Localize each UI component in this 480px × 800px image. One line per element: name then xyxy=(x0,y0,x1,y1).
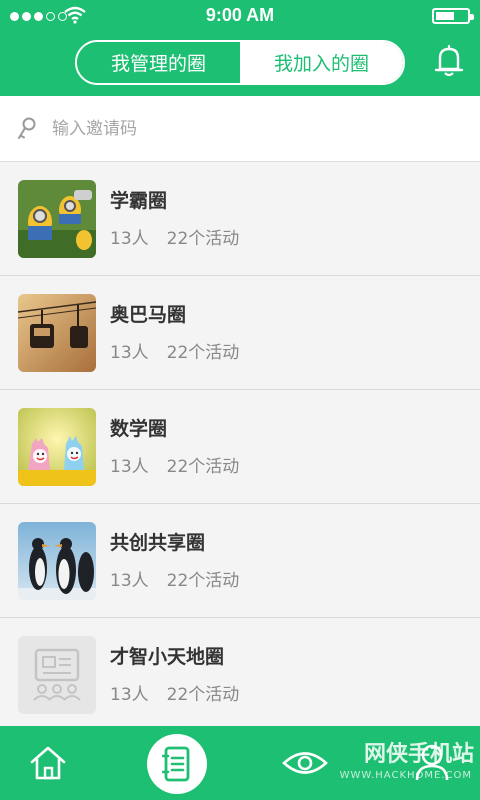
circle-meta: 13人 22个活动 xyxy=(110,680,239,705)
circle-avatar-placeholder xyxy=(18,636,96,714)
member-count: 13人 xyxy=(110,685,149,705)
circle-list: 学霸圈 13人 22个活动 奥巴马圈 13人 22个活动 数学圈 13人 22个… xyxy=(0,162,480,732)
invite-code-input[interactable] xyxy=(52,112,452,146)
circle-meta: 13人 22个活动 xyxy=(110,452,239,477)
member-count: 13人 xyxy=(110,457,149,477)
circle-name: 才智小天地圈 xyxy=(110,646,225,668)
eye-icon[interactable] xyxy=(282,748,328,778)
circle-tab-switcher: 我管理的圈 我加入的圈 xyxy=(75,40,405,85)
circle-avatar xyxy=(18,408,96,486)
circle-meta: 13人 22个活动 xyxy=(110,224,239,249)
member-count: 13人 xyxy=(110,571,149,591)
activity-count: 22个活动 xyxy=(166,685,240,705)
key-icon xyxy=(18,117,36,139)
list-item[interactable]: 数学圈 13人 22个活动 xyxy=(0,390,480,504)
circle-avatar xyxy=(18,294,96,372)
notebook-button[interactable] xyxy=(147,734,207,794)
status-time: 9:00 AM xyxy=(205,5,275,25)
activity-count: 22个活动 xyxy=(166,343,240,363)
activity-count: 22个活动 xyxy=(166,457,240,477)
list-item[interactable]: 才智小天地圈 13人 22个活动 xyxy=(0,618,480,732)
bell-icon[interactable] xyxy=(434,44,464,78)
notebook-icon xyxy=(162,746,190,782)
activity-count: 22个活动 xyxy=(166,229,240,249)
circle-meta: 13人 22个活动 xyxy=(110,566,239,591)
member-count: 13人 xyxy=(110,229,149,249)
tab-joined-circles[interactable]: 我加入的圈 xyxy=(240,42,403,83)
circle-name: 学霸圈 xyxy=(110,190,168,212)
tab-managed-circles[interactable]: 我管理的圈 xyxy=(77,42,240,83)
circle-name: 奥巴马圈 xyxy=(110,304,187,326)
circle-name: 共创共享圈 xyxy=(110,532,206,554)
list-item[interactable]: 共创共享圈 13人 22个活动 xyxy=(0,504,480,618)
watermark-url: WWW.HACKHOME.COM xyxy=(339,770,472,781)
circle-avatar xyxy=(18,180,96,258)
battery-icon xyxy=(432,8,474,24)
home-icon[interactable] xyxy=(28,744,68,782)
header-bar: 9:00 AM 我管理的圈 我加入的圈 xyxy=(0,0,480,96)
status-bar: 9:00 AM xyxy=(0,0,480,32)
invite-code-search xyxy=(0,96,480,162)
circle-avatar xyxy=(18,522,96,600)
list-item[interactable]: 奥巴马圈 13人 22个活动 xyxy=(0,276,480,390)
member-count: 13人 xyxy=(110,343,149,363)
circle-meta: 13人 22个活动 xyxy=(110,338,239,363)
list-item[interactable]: 学霸圈 13人 22个活动 xyxy=(0,162,480,276)
bottom-nav-bar: 网侠手机站 WWW.HACKHOME.COM xyxy=(0,726,480,800)
watermark-text: 网侠手机站 xyxy=(363,742,474,767)
circle-name: 数学圈 xyxy=(110,418,168,440)
group-placeholder-icon xyxy=(33,648,81,701)
activity-count: 22个活动 xyxy=(166,571,240,591)
